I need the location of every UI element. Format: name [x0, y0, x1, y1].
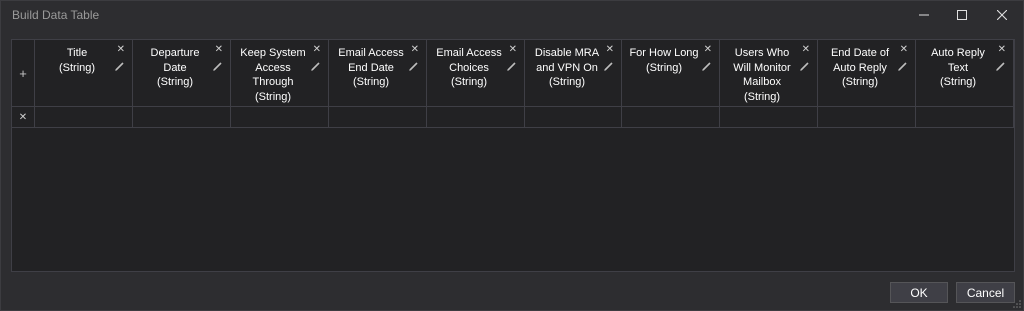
- minimize-icon: [919, 14, 929, 16]
- edit-column-icon[interactable]: [604, 62, 613, 71]
- remove-column-icon[interactable]: ✕: [215, 44, 223, 56]
- remove-column-icon[interactable]: ✕: [998, 44, 1006, 56]
- edit-column-icon[interactable]: [409, 62, 418, 71]
- column-header: Users Who Will Monitor Mailbox (String) ✕: [720, 40, 818, 107]
- edit-column-icon[interactable]: [115, 62, 124, 71]
- table-header-row: + Title (String) ✕ Departure Date (String)…: [12, 40, 1014, 107]
- column-header: Email Access End Date (String) ✕: [329, 40, 427, 107]
- dialog-window: Build Data Table + Title (String) ✕ Depart…: [0, 0, 1024, 311]
- close-icon: ✕: [18, 111, 28, 123]
- column-header: Disable MRA and VPN On (String) ✕: [525, 40, 622, 107]
- edit-column-icon[interactable]: [996, 62, 1005, 71]
- table-cell[interactable]: [720, 107, 818, 128]
- column-header-label: Departure Date (String): [150, 47, 200, 88]
- edit-column-icon[interactable]: [507, 62, 516, 71]
- maximize-button[interactable]: [944, 1, 980, 29]
- column-header-label: Keep System Access Through (String): [240, 47, 306, 103]
- remove-column-icon[interactable]: ✕: [411, 44, 419, 56]
- column-header-label: Users Who Will Monitor Mailbox (String): [733, 47, 791, 103]
- remove-column-icon[interactable]: ✕: [802, 44, 810, 56]
- remove-column-icon[interactable]: ✕: [313, 44, 321, 56]
- remove-column-icon[interactable]: ✕: [606, 44, 614, 56]
- column-header-label: Email Access End Date (String): [338, 47, 404, 88]
- column-header-label: For How Long (String): [629, 47, 699, 74]
- table-cell[interactable]: [622, 107, 720, 128]
- edit-column-icon[interactable]: [311, 62, 320, 71]
- column-header: Keep System Access Through (String) ✕: [231, 40, 329, 107]
- table-cell[interactable]: [35, 107, 133, 128]
- column-header-label: Email Access Choices (String): [436, 47, 502, 88]
- maximize-icon: [957, 10, 967, 20]
- remove-column-icon[interactable]: ✕: [900, 44, 908, 56]
- close-icon: [997, 10, 1007, 20]
- remove-column-icon[interactable]: ✕: [509, 44, 517, 56]
- resize-grip-icon[interactable]: [1013, 300, 1021, 308]
- table-cell[interactable]: [818, 107, 916, 128]
- edit-column-icon[interactable]: [800, 62, 809, 71]
- table-cell[interactable]: [525, 107, 622, 128]
- column-header-label: Title (String): [58, 47, 96, 74]
- table-cell[interactable]: [329, 107, 427, 128]
- add-column-button[interactable]: +: [12, 40, 35, 107]
- table-cell[interactable]: [916, 107, 1014, 128]
- remove-column-icon[interactable]: ✕: [704, 44, 712, 56]
- column-header: Auto Reply Text (String) ✕: [916, 40, 1014, 107]
- table-cell[interactable]: [231, 107, 329, 128]
- data-table-grid: + Title (String) ✕ Departure Date (String)…: [11, 39, 1015, 272]
- column-header: Departure Date (String) ✕: [133, 40, 231, 107]
- column-header-label: Disable MRA and VPN On (String): [534, 47, 600, 88]
- column-header-label: Auto Reply Text (String): [931, 47, 985, 88]
- edit-column-icon[interactable]: [898, 62, 907, 71]
- table-cell[interactable]: [427, 107, 525, 128]
- close-button[interactable]: [984, 1, 1020, 29]
- column-header: End Date of Auto Reply (String) ✕: [818, 40, 916, 107]
- window-title: Build Data Table: [12, 8, 100, 22]
- column-header-label: End Date of Auto Reply (String): [830, 47, 890, 88]
- column-header: Email Access Choices (String) ✕: [427, 40, 525, 107]
- edit-column-icon[interactable]: [213, 62, 222, 71]
- column-header: Title (String) ✕: [35, 40, 133, 107]
- remove-row-button[interactable]: ✕: [12, 107, 35, 128]
- ok-button[interactable]: OK: [890, 282, 948, 303]
- minimize-button[interactable]: [906, 1, 942, 29]
- remove-column-icon[interactable]: ✕: [117, 44, 125, 56]
- plus-icon: +: [19, 65, 27, 81]
- cancel-button[interactable]: Cancel: [956, 282, 1015, 303]
- table-row: ✕: [12, 107, 1014, 128]
- table-cell[interactable]: [133, 107, 231, 128]
- title-bar[interactable]: Build Data Table: [1, 1, 1024, 29]
- edit-column-icon[interactable]: [702, 62, 711, 71]
- column-header: For How Long (String) ✕: [622, 40, 720, 107]
